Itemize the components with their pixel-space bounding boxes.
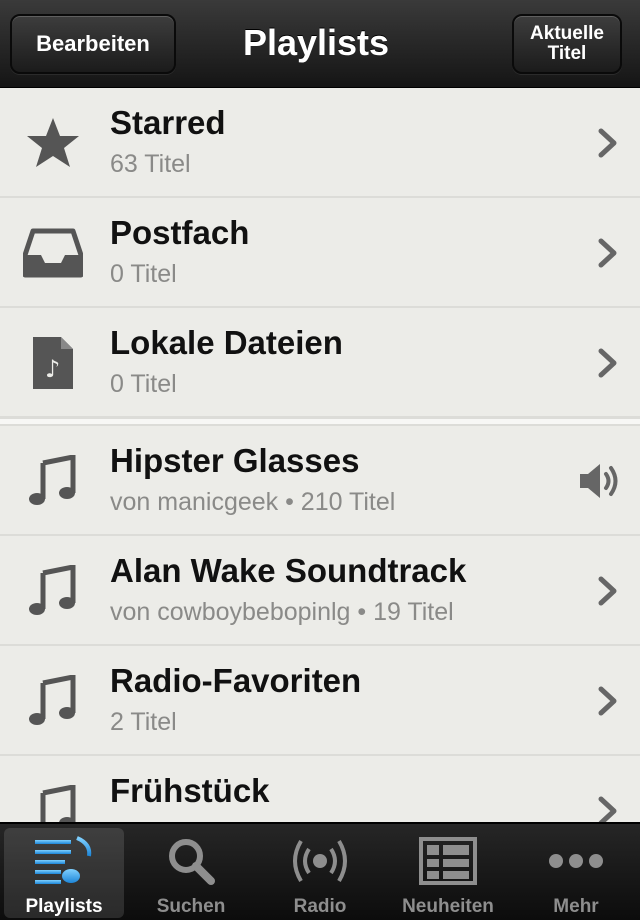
playlist-title: Lokale Dateien xyxy=(110,324,343,361)
tab-label: Neuheiten xyxy=(402,896,494,917)
music-note-icon xyxy=(18,448,88,514)
playlist-list: Starred 63 Titel Postfach 0 Titel ♪ Loka… xyxy=(0,88,640,866)
whats-new-icon xyxy=(415,832,481,890)
music-note-icon xyxy=(18,558,88,624)
playlist-subtitle: von cowboybebopinlg • 19 Titel xyxy=(110,598,454,626)
chevron-right-icon xyxy=(598,128,617,158)
star-icon xyxy=(18,110,88,176)
tab-label: Mehr xyxy=(553,896,599,917)
playlist-title: Alan Wake Soundtrack xyxy=(110,552,467,589)
chevron-right-icon xyxy=(598,576,617,606)
playlist-subtitle: 0 Titel xyxy=(110,260,177,288)
edit-button[interactable]: Bearbeiten xyxy=(10,14,176,74)
music-file-icon: ♪ xyxy=(18,330,88,396)
playlist-title: Hipster Glasses xyxy=(110,442,360,479)
search-icon xyxy=(158,832,224,890)
section-divider xyxy=(0,418,640,426)
chevron-right-icon xyxy=(598,348,617,378)
playlist-row[interactable]: Hipster Glasses von manicgeek • 210 Tite… xyxy=(0,426,640,536)
playlist-row-local-files[interactable]: ♪ Lokale Dateien 0 Titel xyxy=(0,308,640,418)
navigation-bar: Bearbeiten Playlists Aktuelle Titel xyxy=(0,0,640,88)
playlist-row[interactable]: Radio-Favoriten 2 Titel xyxy=(0,646,640,756)
playlist-row-starred[interactable]: Starred 63 Titel xyxy=(0,88,640,198)
playlist-row[interactable]: Alan Wake Soundtrack von cowboybebopinlg… xyxy=(0,536,640,646)
chevron-right-icon xyxy=(598,238,617,268)
playlist-title: Starred xyxy=(110,104,226,141)
tab-label: Playlists xyxy=(25,896,103,917)
speaker-playing-icon xyxy=(580,464,618,498)
tab-label: Radio xyxy=(293,896,347,917)
playlist-row-inbox[interactable]: Postfach 0 Titel xyxy=(0,198,640,308)
tab-whats-new[interactable]: Neuheiten xyxy=(388,828,508,918)
inbox-tray-icon xyxy=(18,220,88,286)
playlist-title: Frühstück xyxy=(110,772,270,809)
page-title: Playlists xyxy=(242,22,390,63)
playlist-subtitle: 2 Titel xyxy=(110,708,177,736)
more-icon xyxy=(543,832,609,890)
radio-icon xyxy=(287,832,353,890)
playlist-title: Postfach xyxy=(110,214,250,251)
tab-more[interactable]: Mehr xyxy=(516,828,636,918)
playlists-icon xyxy=(31,832,97,890)
tab-bar: Playlists Suchen Radio Neuheiten Mehr xyxy=(0,822,640,920)
tab-playlists[interactable]: Playlists xyxy=(4,828,124,918)
tab-label: Suchen xyxy=(156,896,226,917)
playlist-title: Radio-Favoriten xyxy=(110,662,362,699)
playlist-subtitle: 0 Titel xyxy=(110,370,177,398)
now-playing-button[interactable]: Aktuelle Titel xyxy=(512,14,622,74)
playlist-subtitle: von manicgeek • 210 Titel xyxy=(110,488,396,516)
tab-search[interactable]: Suchen xyxy=(131,828,251,918)
playlist-subtitle: 63 Titel xyxy=(110,150,191,178)
svg-text:♪: ♪ xyxy=(45,355,60,383)
tab-radio[interactable]: Radio xyxy=(260,828,380,918)
chevron-right-icon xyxy=(598,686,617,716)
music-note-icon xyxy=(18,668,88,734)
